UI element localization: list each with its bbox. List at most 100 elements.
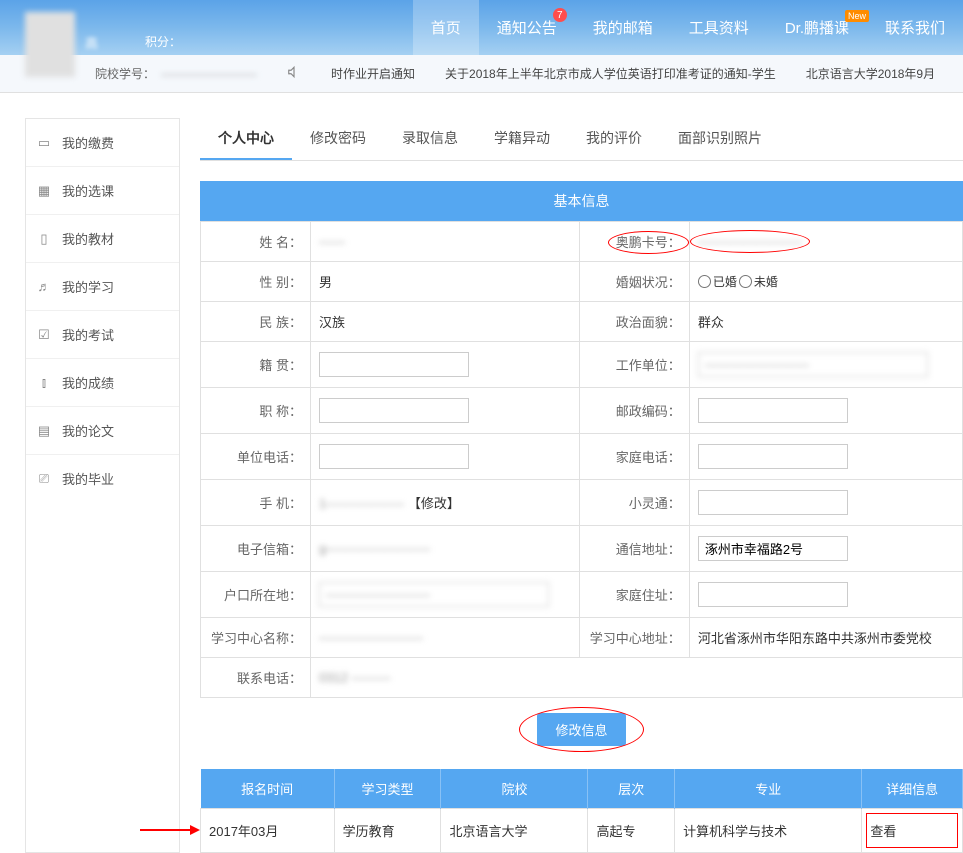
points-label: 积分： <box>145 35 181 49</box>
unit-phone-input[interactable] <box>319 444 469 469</box>
addr-input[interactable] <box>698 536 848 561</box>
enroll-table: 报名时间 学习类型 院校 层次 专业 详细信息 2017年03月 学历教育 北京… <box>200 769 963 853</box>
marriage-label: 婚姻状况： <box>579 262 689 302</box>
school-id-value: ———————— <box>161 67 257 81</box>
nav-drpeng[interactable]: Dr.鹏播课New <box>767 0 867 55</box>
hukou-input[interactable] <box>319 582 549 607</box>
xlt-label: 小灵通： <box>579 480 689 526</box>
chart-icon: ⫾ <box>36 375 52 391</box>
work-input[interactable] <box>698 352 928 377</box>
nav-tools[interactable]: 工具资料 <box>671 0 767 55</box>
check-icon: ☑ <box>36 327 52 343</box>
title-label: 职 称： <box>201 388 311 434</box>
ethnic-value: 汉族 <box>311 302 580 342</box>
card-value: ———————— <box>698 234 802 249</box>
home-phone-label: 家庭电话： <box>579 434 689 480</box>
contact-phone-value: 0312 ——— <box>319 670 391 685</box>
center-name-value: ———————— <box>319 630 423 645</box>
doc-icon: ▤ <box>36 423 52 439</box>
panel-title: 基本信息 <box>200 181 963 221</box>
home-phone-input[interactable] <box>698 444 848 469</box>
tab-eval[interactable]: 我的评价 <box>568 118 660 160</box>
xlt-input[interactable] <box>698 490 848 515</box>
top-nav: 首页 通知公告7 我的邮箱 工具资料 Dr.鹏播课New 联系我们 <box>413 0 963 55</box>
cell-school: 北京语言大学 <box>441 809 588 853</box>
contact-phone-label: 联系电话： <box>201 658 311 698</box>
col-type: 学习类型 <box>334 769 441 809</box>
nav-notice[interactable]: 通知公告7 <box>479 0 575 55</box>
nav-mailbox[interactable]: 我的邮箱 <box>575 0 671 55</box>
announcement-marquee: 时作业开启通知 关于2018年上半年北京市成人学位英语打印准考证的通知-学生 北… <box>287 65 963 82</box>
sidebar-item-study[interactable]: ♬我的学习 <box>26 263 179 311</box>
native-input[interactable] <box>319 352 469 377</box>
sidebar-item-payment[interactable]: ▭我的缴费 <box>26 119 179 167</box>
email-label: 电子信箱： <box>201 526 311 572</box>
center-addr-value: 河北省涿州市华阳东路中共涿州市委党校 <box>689 618 962 658</box>
center-name-label: 学习中心名称： <box>201 618 311 658</box>
sidebar-item-textbook[interactable]: ▯我的教材 <box>26 215 179 263</box>
sidebar-item-thesis[interactable]: ▤我的论文 <box>26 407 179 455</box>
postcode-input[interactable] <box>698 398 848 423</box>
new-badge: New <box>845 10 869 22</box>
tab-personal[interactable]: 个人中心 <box>200 118 292 160</box>
tab-admission[interactable]: 录取信息 <box>384 118 476 160</box>
home-addr-input[interactable] <box>698 582 848 607</box>
sidebar: ▭我的缴费 ▦我的选课 ▯我的教材 ♬我的学习 ☑我的考试 ⫾我的成绩 ▤我的论… <box>25 118 180 853</box>
notice-badge: 7 <box>553 8 567 22</box>
unit-phone-label: 单位电话： <box>201 434 311 480</box>
mobile-modify-link[interactable]: 【修改】 <box>408 496 460 511</box>
marriage-radio-group: 已婚 未婚 <box>698 273 954 290</box>
col-major: 专业 <box>675 769 862 809</box>
mobile-value: 1—————— <box>319 496 404 511</box>
nav-home[interactable]: 首页 <box>413 0 479 55</box>
arrow-icon <box>140 822 200 841</box>
home-addr-label: 家庭住址： <box>579 572 689 618</box>
postcode-label: 邮政编码： <box>579 388 689 434</box>
sidebar-item-graduate[interactable]: ⎚我的毕业 <box>26 455 179 502</box>
email-value: g———————— <box>319 541 430 556</box>
native-label: 籍 贯： <box>201 342 311 388</box>
speaker-icon <box>287 65 301 82</box>
view-link[interactable]: 查看 <box>870 824 896 839</box>
wallet-icon: ▭ <box>36 135 52 151</box>
col-school: 院校 <box>441 769 588 809</box>
political-value: 群众 <box>689 302 962 342</box>
tab-face[interactable]: 面部识别照片 <box>660 118 780 160</box>
tab-status[interactable]: 学籍异动 <box>476 118 568 160</box>
hukou-label: 户口所在地： <box>201 572 311 618</box>
modify-info-button[interactable]: 修改信息 <box>537 713 625 746</box>
book-icon: ▯ <box>36 231 52 247</box>
gender-label: 性 别： <box>201 262 311 302</box>
card-label: 奥鹏卡号： <box>616 235 681 250</box>
center-addr-label: 学习中心地址： <box>579 618 689 658</box>
nav-contact[interactable]: 联系我们 <box>867 0 963 55</box>
cell-type: 学历教育 <box>334 809 441 853</box>
sidebar-item-exam[interactable]: ☑我的考试 <box>26 311 179 359</box>
addr-label: 通信地址： <box>579 526 689 572</box>
tabs: 个人中心 修改密码 录取信息 学籍异动 我的评价 面部识别照片 <box>200 118 963 161</box>
table-row: 2017年03月 学历教育 北京语言大学 高起专 计算机科学与技术 查看 <box>201 809 963 853</box>
grid-icon: ▦ <box>36 183 52 199</box>
name-value: —— <box>319 234 345 249</box>
school-id-label: 院校学号： <box>95 65 155 82</box>
headphone-icon: ♬ <box>36 279 52 295</box>
cell-level: 高起专 <box>588 809 675 853</box>
avatar <box>25 12 75 77</box>
tab-password[interactable]: 修改密码 <box>292 118 384 160</box>
cell-time: 2017年03月 <box>201 809 335 853</box>
sidebar-item-grade[interactable]: ⫾我的成绩 <box>26 359 179 407</box>
gender-value: 男 <box>311 262 580 302</box>
title-input[interactable] <box>319 398 469 423</box>
user-name: 高 <box>85 33 98 52</box>
mobile-label: 手 机： <box>201 480 311 526</box>
political-label: 政治面貌： <box>579 302 689 342</box>
info-form: 姓 名： —— 奥鹏卡号： ———————— 性 别： 男 婚姻状况： 已婚 未… <box>200 221 963 698</box>
work-label: 工作单位： <box>579 342 689 388</box>
radio-married[interactable] <box>698 275 711 288</box>
ethnic-label: 民 族： <box>201 302 311 342</box>
col-time: 报名时间 <box>201 769 335 809</box>
radio-single[interactable] <box>739 275 752 288</box>
col-detail: 详细信息 <box>862 769 963 809</box>
sidebar-item-course[interactable]: ▦我的选课 <box>26 167 179 215</box>
cap-icon: ⎚ <box>36 471 52 487</box>
